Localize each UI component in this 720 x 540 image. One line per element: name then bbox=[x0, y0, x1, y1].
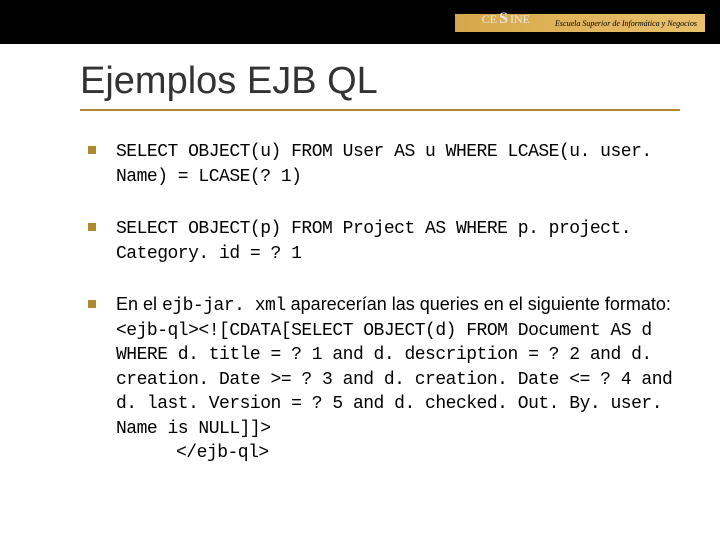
bullet-list: SELECT OBJECT(u) FROM User AS u WHERE LC… bbox=[80, 139, 680, 465]
bullet-3-intro-1: En el bbox=[116, 294, 162, 314]
logo-part-big: S bbox=[499, 10, 508, 28]
header-logo: CESINE bbox=[482, 10, 530, 28]
header-stripe-text: Escuela Superior de Informática y Negoci… bbox=[555, 19, 697, 28]
bullet-2: SELECT OBJECT(p) FROM Project AS WHERE p… bbox=[80, 216, 680, 265]
bullet-3-intro-mono: ejb-jar. xml bbox=[162, 296, 286, 316]
bullet-2-code: SELECT OBJECT(p) FROM Project AS WHERE p… bbox=[116, 219, 631, 264]
logo-part-left: CE bbox=[482, 12, 497, 27]
bullet-3-intro-2: aparecerían las queries en el siguiente … bbox=[286, 294, 671, 314]
bullet-1-code: SELECT OBJECT(u) FROM User AS u WHERE LC… bbox=[116, 142, 652, 187]
slide-title: Ejemplos EJB QL bbox=[80, 60, 680, 111]
bullet-3-code: <ejb-ql><![CDATA[SELECT OBJECT(d) FROM D… bbox=[116, 321, 672, 439]
bullet-1: SELECT OBJECT(u) FROM User AS u WHERE LC… bbox=[80, 139, 680, 188]
bullet-3: En el ejb-jar. xml aparecerían las queri… bbox=[80, 293, 680, 465]
bullet-3-code-close: </ejb-ql> bbox=[116, 443, 269, 463]
header-bar: Escuela Superior de Informática y Negoci… bbox=[0, 0, 720, 44]
logo-part-right: INE bbox=[510, 12, 530, 27]
slide-content: Ejemplos EJB QL SELECT OBJECT(u) FROM Us… bbox=[80, 60, 680, 493]
